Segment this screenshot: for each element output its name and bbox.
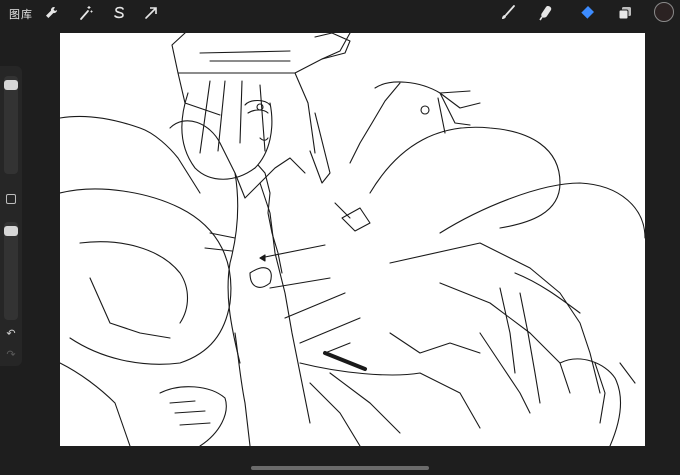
selection-s-icon[interactable] [110,4,128,22]
smudge-icon[interactable] [537,4,555,22]
brush-size-slider[interactable] [4,76,18,174]
undo-arrow-icon[interactable]: ↶ [3,327,19,341]
top-toolbar: 图库 [0,0,680,26]
sidebar: ↶ ↷ [0,66,22,366]
arrow-cursor-icon[interactable] [142,4,160,22]
line-art-drawing [60,33,645,446]
modify-square-icon[interactable] [6,194,16,204]
color-picker-button[interactable] [654,2,674,22]
eraser-icon[interactable] [578,4,596,22]
brush-size-thumb[interactable] [4,79,18,90]
redo-arrow-icon[interactable]: ↷ [3,348,19,362]
opacity-slider[interactable] [4,222,18,320]
opacity-thumb[interactable] [4,226,18,237]
gallery-button[interactable]: 图库 [9,6,33,22]
brush-icon[interactable] [499,4,517,22]
layers-icon[interactable] [616,4,634,22]
magic-wand-icon[interactable] [77,4,95,22]
drawing-canvas[interactable] [60,33,645,446]
home-indicator[interactable] [251,466,429,470]
wrench-icon[interactable] [42,4,60,22]
